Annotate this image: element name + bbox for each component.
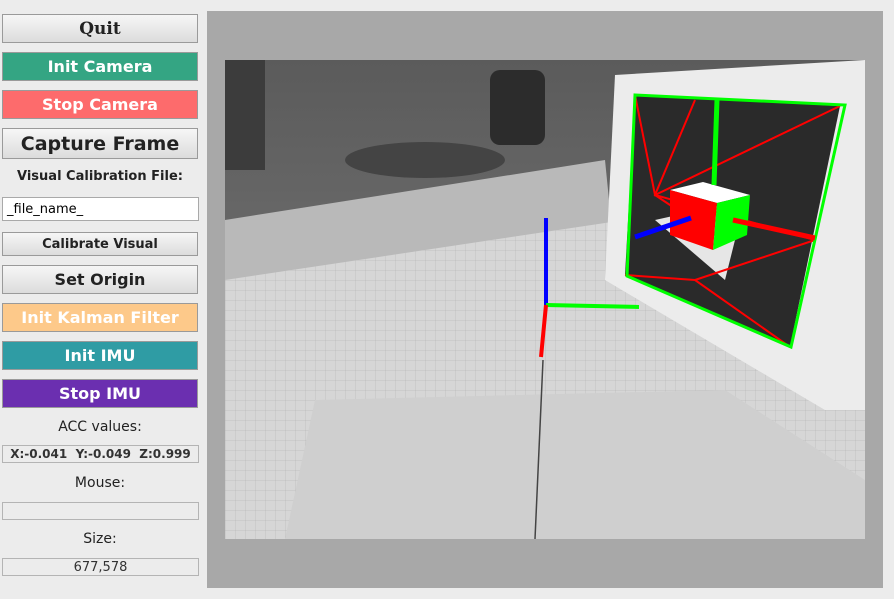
mouse-display — [2, 502, 199, 520]
origin-axis-y — [545, 303, 640, 309]
size-label: Size: — [83, 531, 117, 547]
init-kalman-filter-button[interactable]: Init Kalman Filter — [2, 303, 198, 332]
cube-axis-y — [711, 99, 720, 186]
mouse-label: Mouse: — [74, 475, 126, 491]
acc-values-label: ACC values: — [58, 419, 142, 435]
visual-calibration-file-label: Visual Calibration File: — [17, 169, 183, 184]
monitor-edge — [225, 60, 265, 170]
init-camera-button[interactable]: Init Camera — [2, 52, 198, 81]
acc-values-display: X:-0.041 Y:-0.049 Z:0.999 — [2, 445, 199, 463]
calibrate-visual-button[interactable]: Calibrate Visual — [2, 232, 198, 256]
control-panel: Quit Init Camera Stop Camera Capture Fra… — [0, 0, 203, 599]
calibration-file-input[interactable]: _file_name_ — [2, 197, 199, 221]
capture-frame-button[interactable]: Capture Frame — [2, 128, 198, 159]
set-origin-button[interactable]: Set Origin — [2, 265, 198, 294]
quit-button[interactable]: Quit — [2, 14, 198, 43]
desk-clutter — [345, 142, 505, 178]
camera-feed[interactable] — [225, 60, 865, 539]
size-display: 677,578 — [2, 558, 199, 576]
speaker — [490, 70, 545, 145]
stop-imu-button[interactable]: Stop IMU — [2, 379, 198, 408]
stop-camera-button[interactable]: Stop Camera — [2, 90, 198, 119]
init-imu-button[interactable]: Init IMU — [2, 341, 198, 370]
